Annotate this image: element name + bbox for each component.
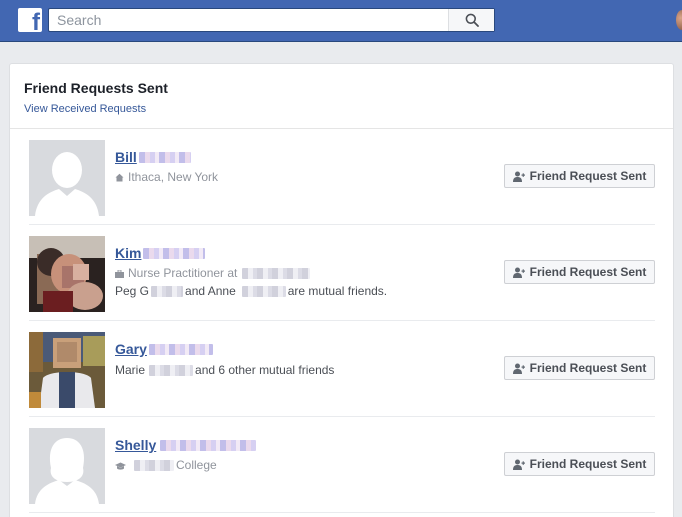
search-box[interactable] [48, 8, 495, 32]
friend-request-sent-button[interactable]: Friend Request Sent [504, 260, 655, 284]
add-friend-icon [512, 171, 525, 182]
top-navigation-bar: f [0, 0, 682, 42]
person-name-link[interactable]: Gary [115, 341, 147, 358]
request-info: Kim Nurse Practitioner at Peg G and Anne… [115, 245, 495, 299]
work-text: Nurse Practitioner at [128, 266, 238, 280]
friend-requests-sent-card: Friend Requests Sent View Received Reque… [9, 63, 674, 517]
friend-request-sent-button[interactable]: Friend Request Sent [504, 164, 655, 188]
facebook-logo-icon[interactable]: f [18, 8, 42, 32]
add-friend-icon [512, 459, 525, 470]
graduation-cap-icon [115, 462, 126, 470]
default-avatar-icon [29, 140, 105, 216]
list-item: Bill Ithaca, New York Friend Request Sen… [29, 129, 655, 225]
logo-letter: f [32, 9, 40, 33]
button-label: Friend Request Sent [529, 265, 647, 279]
profile-photo-image [29, 236, 105, 312]
request-info: Shelly College [115, 437, 495, 473]
profile-photo[interactable] [29, 332, 105, 408]
card-header: Friend Requests Sent View Received Reque… [10, 64, 673, 129]
person-location: Ithaca, New York [115, 170, 495, 185]
search-icon [465, 13, 479, 27]
list-item: Kim Nurse Practitioner at Peg G and Anne… [29, 225, 655, 321]
friend-request-sent-button[interactable]: Friend Request Sent [504, 452, 655, 476]
request-info: Bill Ithaca, New York [115, 149, 495, 185]
home-icon [115, 173, 124, 182]
mutual-friend-name: and Anne [185, 284, 236, 298]
page-title: Friend Requests Sent [24, 80, 168, 96]
person-name-link[interactable]: Bill [115, 149, 137, 166]
mutual-friend-name: Marie [115, 363, 146, 377]
add-friend-icon [512, 363, 525, 374]
person-name-link[interactable]: Kim [115, 245, 141, 262]
profile-photo[interactable] [29, 428, 105, 504]
briefcase-icon [115, 269, 124, 278]
redacted-text [151, 286, 184, 297]
redacted-text [149, 365, 194, 376]
redacted-text [138, 152, 191, 163]
location-text: Ithaca, New York [128, 170, 219, 184]
view-received-requests-link[interactable]: View Received Requests [24, 102, 146, 116]
redacted-text [143, 248, 206, 259]
profile-photo-image [29, 332, 105, 408]
add-friend-icon [512, 267, 525, 278]
mutual-friends: Peg G and Anne are mutual friends. [115, 284, 495, 299]
redacted-text [148, 344, 213, 355]
button-label: Friend Request Sent [529, 361, 647, 375]
button-label: Friend Request Sent [529, 457, 647, 471]
mutual-friends-text: and 6 other mutual friends [195, 363, 335, 377]
search-button[interactable] [448, 9, 494, 31]
person-work: Nurse Practitioner at [115, 266, 495, 281]
education-text: College [176, 458, 217, 472]
friend-request-sent-button[interactable]: Friend Request Sent [504, 356, 655, 380]
profile-photo[interactable] [29, 236, 105, 312]
redacted-text [134, 460, 174, 471]
button-label: Friend Request Sent [529, 169, 647, 183]
mutual-friend-name: Peg G [115, 284, 150, 298]
redacted-text [241, 286, 286, 297]
search-input[interactable] [49, 9, 449, 31]
list-item: Gary Marie and 6 other mutual friends Fr… [29, 321, 655, 417]
person-education: College [115, 458, 495, 473]
redacted-text [160, 440, 257, 451]
mutual-friends-text: are mutual friends. [287, 284, 388, 298]
profile-photo[interactable] [29, 140, 105, 216]
list-item: Shelly College Friend Request Sent [29, 417, 655, 513]
avatar[interactable] [676, 10, 682, 30]
redacted-text [242, 268, 311, 279]
request-info: Gary Marie and 6 other mutual friends [115, 341, 495, 378]
mutual-friends: Marie and 6 other mutual friends [115, 363, 495, 378]
person-name-link[interactable]: Shelly [115, 437, 156, 454]
default-avatar-icon [29, 428, 105, 504]
